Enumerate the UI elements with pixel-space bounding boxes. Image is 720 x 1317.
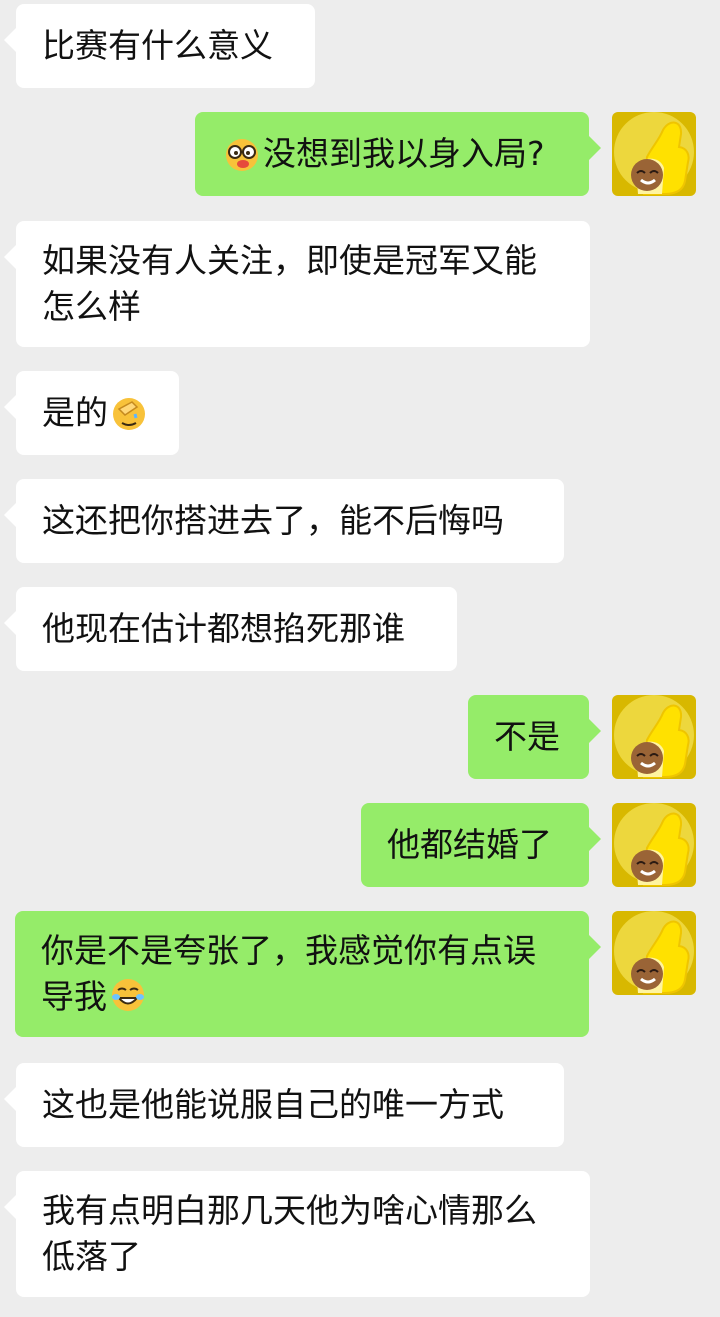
message-line-1: 你是不是夸张了，我感觉你有点误: [41, 931, 536, 970]
message-line-2: 怎么样: [42, 287, 141, 326]
message-line-1: 我有点明白那几天他为啥心情那么: [42, 1191, 537, 1230]
incoming-message-7[interactable]: 我有点明白那几天他为啥心情那么 低落了: [4, 1171, 590, 1297]
avatar[interactable]: [612, 112, 696, 196]
incoming-message-3[interactable]: 是的: [4, 371, 179, 455]
yellow-thumbs-up-avatar-icon: [612, 695, 696, 779]
message-line-2: 导我: [41, 977, 107, 1016]
tears-of-joy-emoji: [112, 979, 144, 1011]
avatar[interactable]: [612, 911, 696, 995]
yellow-thumbs-up-avatar-icon: [612, 803, 696, 887]
message-text: 他现在估计都想掐死那谁: [42, 609, 405, 648]
outgoing-message-1[interactable]: 没想到我以身入局?: [195, 112, 601, 196]
yellow-thumbs-up-avatar-icon: [612, 112, 696, 196]
message-text: 这也是他能说服自己的唯一方式: [42, 1085, 504, 1124]
outgoing-message-4[interactable]: 你是不是夸张了，我感觉你有点误 导我: [15, 911, 601, 1037]
incoming-message-2[interactable]: 如果没有人关注，即使是冠军又能 怎么样: [4, 221, 590, 347]
message-text: 不是: [494, 717, 560, 756]
message-line-2: 低落了: [42, 1237, 141, 1276]
facepalm-emoji: [113, 398, 145, 430]
avatar[interactable]: [612, 803, 696, 887]
message-text: 是的: [42, 393, 108, 432]
message-text: 他都结婚了: [387, 825, 552, 864]
incoming-message-5[interactable]: 他现在估计都想掐死那谁: [4, 587, 457, 671]
incoming-message-1[interactable]: 比赛有什么意义: [4, 4, 315, 88]
outgoing-message-3[interactable]: 他都结婚了: [361, 803, 601, 887]
avatar[interactable]: [612, 695, 696, 779]
chat-message-list[interactable]: 比赛有什么意义 没想到我以身入局? 如果没有人关注，即使是冠军又能 怎么样 是的…: [0, 0, 720, 1317]
message-line-1: 如果没有人关注，即使是冠军又能: [42, 241, 537, 280]
incoming-message-4[interactable]: 这还把你搭进去了，能不后悔吗: [4, 479, 564, 563]
yellow-thumbs-up-avatar-icon: [612, 911, 696, 995]
message-text: 没想到我以身入局?: [263, 134, 545, 173]
incoming-message-6[interactable]: 这也是他能说服自己的唯一方式: [4, 1063, 564, 1147]
outgoing-message-2[interactable]: 不是: [468, 695, 601, 779]
glasses-face-emoji: [226, 139, 258, 171]
message-text: 比赛有什么意义: [42, 26, 273, 65]
message-text: 这还把你搭进去了，能不后悔吗: [42, 501, 504, 540]
